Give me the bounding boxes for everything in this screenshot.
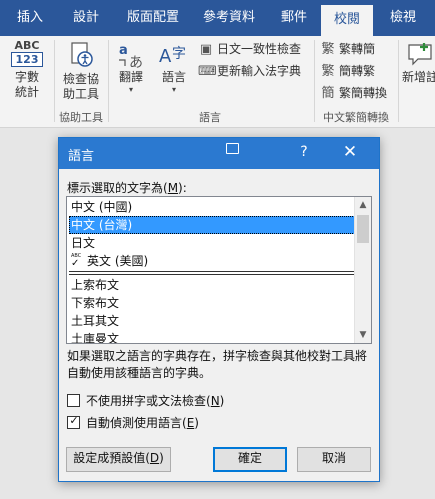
language-item-zh-cn[interactable]: 中文 (中國): [69, 198, 355, 216]
new-comment-button[interactable]: 新增註: [402, 40, 435, 85]
language-item-zh-tw[interactable]: 中文 (台灣): [69, 216, 355, 234]
tab-layout[interactable]: 版面配置: [120, 0, 186, 36]
set-as-default-label: 設定成預設值(: [73, 451, 150, 465]
update-ime-dictionary-button[interactable]: ⌨更新輸入法字典: [198, 61, 301, 81]
svg-text:字: 字: [172, 46, 186, 62]
list-divider: [69, 271, 355, 272]
word-count-badge-top: ABC: [14, 39, 40, 52]
simplified-to-traditional-button[interactable]: 繁簡轉繁: [320, 61, 375, 81]
language-item-upper-sorbian[interactable]: 上索布文: [69, 276, 355, 294]
auto-detect-label-end: ): [194, 416, 199, 430]
scroll-thumb[interactable]: [357, 215, 369, 243]
tab-references[interactable]: 參考資料: [196, 0, 262, 36]
no-spellcheck-checkbox[interactable]: [67, 394, 80, 407]
accessibility-icon: [58, 40, 104, 70]
dictionary-note: 如果選取之語言的字典存在，拼字檢查與其他校對工具將自動使用該種語言的字典。: [67, 349, 368, 380]
traditional-to-simplified-label: 繁轉簡: [339, 42, 376, 56]
japanese-consistency-button[interactable]: ▣ 日文一致性檢查: [198, 39, 301, 59]
word-count-badge-bottom: 123: [11, 52, 43, 67]
auto-detect-checkbox[interactable]: ✓: [67, 414, 80, 429]
svg-text:あ: あ: [129, 55, 143, 70]
accessibility-label: 檢查協助工具: [62, 72, 99, 101]
list-divider: [69, 274, 355, 275]
group-separator: [314, 40, 315, 122]
tab-mailings[interactable]: 郵件: [272, 0, 316, 36]
dialog-title-bar: 語言 ? ✕: [59, 138, 379, 169]
language-icon: A 字: [156, 40, 192, 70]
simplified-traditional-icon: 繁: [321, 64, 335, 79]
ribbon-review: ABC 123 字數統計 檢查協助工具 協助工具 a あ 翻譯 ▾ A 字 語言…: [0, 36, 435, 128]
new-comment-label: 新增註: [402, 70, 435, 84]
list-scrollbar[interactable]: ▲ ▼: [354, 197, 371, 343]
chinese-conversion-icon: 簡: [321, 86, 335, 101]
cancel-button[interactable]: 取消: [297, 447, 371, 472]
dialog-title: 語言: [68, 149, 95, 164]
tab-view[interactable]: 檢視: [381, 0, 425, 36]
select-language-accesskey: M: [167, 181, 179, 195]
language-item-lower-sorbian[interactable]: 下索布文: [69, 294, 355, 312]
traditional-simplified-icon: 繁: [321, 42, 335, 57]
language-list[interactable]: 中文 (中國) 中文 (台灣) 日文 ABC ✓ 英文 (美國) 上索布文 下索布文…: [66, 196, 372, 344]
translate-icon: a あ: [114, 40, 148, 71]
language-item-en-us-label: 英文 (美國): [87, 254, 149, 268]
language-item-en-us[interactable]: ABC ✓ 英文 (美國): [69, 252, 355, 270]
word-count-button[interactable]: ABC 123 字數統計: [6, 40, 48, 100]
chevron-down-icon: ▾: [171, 85, 176, 94]
set-as-default-button[interactable]: 設定成預設值(D): [66, 447, 171, 472]
translate-button[interactable]: a あ 翻譯 ▾: [114, 40, 148, 94]
set-as-default-accesskey: D: [149, 451, 160, 465]
keyboard-icon: ⌨: [198, 64, 217, 79]
group-label-accessibility: 協助工具: [59, 111, 103, 124]
check-accessibility-button[interactable]: 檢查協助工具: [58, 40, 104, 102]
document-check-icon: ▣: [199, 42, 213, 57]
language-item-ja[interactable]: 日文: [69, 234, 355, 252]
handwriting-icon: [226, 143, 239, 154]
auto-detect-label-text: 自動偵測使用語言(: [86, 416, 187, 430]
language-dialog: 語言 ? ✕ 標示選取的文字為(M): 中文 (中國) 中文 (台灣) 日文 A…: [58, 137, 380, 482]
no-spellcheck-option[interactable]: 不使用拼字或文法檢查(N): [67, 394, 224, 410]
svg-text:A: A: [159, 46, 172, 67]
traditional-to-simplified-button[interactable]: 繁繁轉簡: [320, 39, 375, 59]
language-button[interactable]: A 字 語言 ▾: [156, 40, 192, 94]
group-separator: [398, 40, 399, 122]
ribbon-tab-bar: 插入 設計 版面配置 參考資料 郵件 校閱 檢視: [0, 0, 435, 36]
word-count-label: 字數統計: [14, 70, 39, 99]
no-spellcheck-label-end: ): [219, 394, 225, 408]
japanese-consistency-label: 日文一致性檢查: [217, 42, 302, 56]
checkmark-icon: ✓: [69, 414, 79, 427]
language-label: 語言: [161, 70, 186, 84]
tab-design[interactable]: 設計: [64, 0, 108, 36]
no-spellcheck-accesskey: N: [210, 394, 220, 408]
spellcheck-icon: ABC ✓: [71, 254, 85, 269]
scroll-up-icon[interactable]: ▲: [355, 197, 371, 213]
simplified-to-traditional-label: 簡轉繁: [339, 64, 376, 78]
select-language-label: 標示選取的文字為(M):: [67, 179, 187, 196]
close-button[interactable]: ✕: [341, 142, 359, 162]
group-separator: [108, 40, 109, 122]
word-count-icon: ABC 123: [11, 40, 43, 67]
language-item-turkmen[interactable]: 土庫曼文: [69, 330, 355, 343]
group-label-chinese-conversion: 中文繁簡轉換: [323, 111, 389, 124]
auto-detect-language-option[interactable]: ✓ 自動偵測使用語言(E): [67, 414, 199, 432]
ok-button[interactable]: 確定: [213, 447, 287, 472]
tab-insert[interactable]: 插入: [8, 0, 52, 36]
no-spellcheck-label-text: 不使用拼字或文法檢查(: [86, 394, 211, 408]
update-ime-dictionary-label: 更新輸入法字典: [217, 64, 302, 78]
help-button[interactable]: ?: [296, 144, 312, 160]
chevron-down-icon: ▾: [128, 85, 133, 94]
translate-label: 翻譯: [118, 70, 143, 84]
set-as-default-label-end: ): [159, 451, 164, 465]
group-separator: [54, 40, 55, 122]
group-label-language: 語言: [199, 111, 221, 124]
comment-icon: [402, 40, 435, 70]
select-language-label-end: ):: [178, 181, 187, 195]
chinese-conversion-button[interactable]: 簡繁簡轉換: [320, 83, 387, 103]
chinese-conversion-label: 繁簡轉換: [339, 86, 388, 100]
select-language-label-text: 標示選取的文字為(: [67, 181, 168, 195]
language-item-turkish[interactable]: 土耳其文: [69, 312, 355, 330]
tab-review[interactable]: 校閱: [321, 5, 373, 36]
svg-text:a: a: [119, 43, 128, 58]
scroll-down-icon[interactable]: ▼: [355, 327, 371, 343]
spell-check-mark: ✓: [71, 258, 80, 269]
